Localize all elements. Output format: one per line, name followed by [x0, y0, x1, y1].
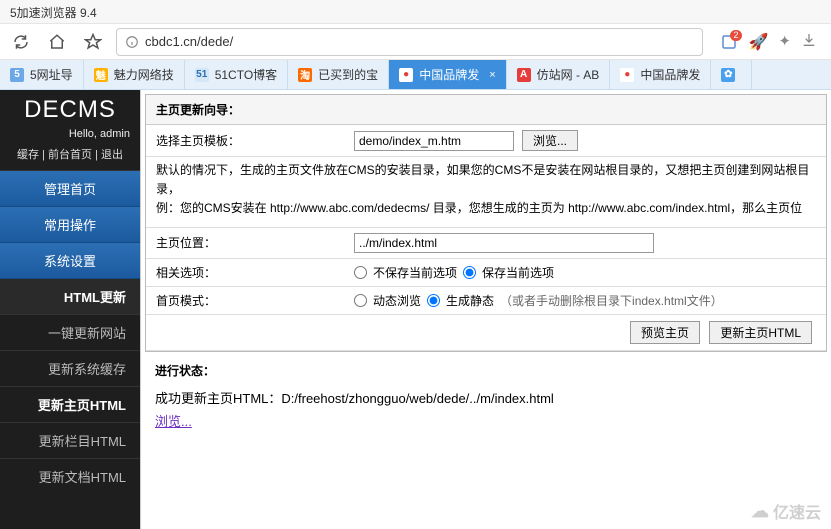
actions-row: 预览主页 更新主页HTML: [146, 315, 826, 351]
window-titlebar: 5加速浏览器 9.4: [0, 0, 831, 24]
form-panel: 主页更新向导： 选择主页模板： 浏览... 默认的情况下，生成的主页文件放在CM…: [145, 94, 827, 352]
toolbar-extras: 2 🚀 ✦: [713, 32, 824, 52]
nav-item-3[interactable]: 更新栏目HTML: [0, 422, 140, 458]
workspace: DECMS Hello, admin 缓存 | 前台首页 | 退出 管理首页常用…: [0, 90, 831, 529]
tab-label: 魅力网络技: [114, 66, 174, 83]
link-front-page[interactable]: 前台首页: [48, 149, 92, 161]
tab-3[interactable]: 淘已买到的宝: [288, 60, 389, 89]
close-icon[interactable]: ×: [489, 69, 495, 81]
tabs-row: 55网址导魅魅力网络技5151CTO博客淘已买到的宝●中国品牌发×A仿站网 - …: [0, 60, 831, 90]
tab-favicon: A: [517, 68, 531, 82]
tab-favicon: 5: [10, 68, 24, 82]
sidebar: DECMS Hello, admin 缓存 | 前台首页 | 退出 管理首页常用…: [0, 90, 140, 529]
status-title: 进行状态：: [141, 352, 831, 383]
cloud-icon: ☁: [751, 501, 769, 522]
nav-section-html-update[interactable]: HTML更新: [0, 279, 140, 314]
tab-favicon: 魅: [94, 68, 108, 82]
tab-7[interactable]: ✿: [711, 60, 752, 89]
watermark-text: 亿速云: [773, 499, 821, 523]
link-logout[interactable]: 退出: [101, 149, 123, 161]
tab-label: 中国品牌发: [640, 66, 700, 83]
row-mode: 首页模式： 动态浏览 生成静态 （或者手动删除根目录下index.html文件）: [146, 287, 826, 315]
notification-icon[interactable]: 2: [719, 32, 739, 52]
link-clear-cache[interactable]: 缓存: [17, 149, 39, 161]
tab-label: 已买到的宝: [318, 66, 378, 83]
tab-4[interactable]: ● 中国品牌发 ×: [389, 60, 506, 89]
tab-label: 5网址导: [30, 66, 73, 83]
options-label: 相关选项：: [156, 264, 346, 281]
row-position: 主页位置：: [146, 228, 826, 259]
row-template: 选择主页模板： 浏览...: [146, 125, 826, 157]
status-message: 成功更新主页HTML：D:/freehost/zhongguo/web/dede…: [155, 391, 554, 406]
nav-item-0[interactable]: 一键更新网站: [0, 314, 140, 350]
tab-favicon: 51: [195, 68, 209, 82]
nav-item-4[interactable]: 更新文档HTML: [0, 458, 140, 494]
notification-badge: 2: [730, 30, 741, 41]
browser-toolbar: 2 🚀 ✦: [0, 24, 831, 60]
sidebar-top-links: 缓存 | 前台首页 | 退出: [0, 142, 140, 171]
tab-0[interactable]: 5 5网址导: [0, 60, 84, 89]
mode-note: （或者手动删除根目录下index.html文件）: [500, 292, 723, 309]
radio-save[interactable]: [463, 266, 476, 279]
radio-static[interactable]: [427, 294, 440, 307]
template-label: 选择主页模板：: [156, 132, 346, 149]
radio-dynamic-label: 动态浏览: [373, 292, 421, 309]
position-label: 主页位置：: [156, 234, 346, 251]
help-line-1: 默认的情况下，生成的主页文件放在CMS的安装目录，如果您的CMS不是安装在网站根…: [156, 163, 809, 196]
rocket-icon[interactable]: 🚀: [749, 32, 769, 52]
favorite-button[interactable]: [80, 29, 106, 55]
download-icon[interactable]: [801, 32, 817, 52]
tab-favicon: ●: [620, 68, 634, 82]
wand-icon[interactable]: ✦: [778, 32, 791, 52]
preview-button[interactable]: 预览主页: [630, 321, 700, 344]
radio-no-save[interactable]: [354, 266, 367, 279]
panel-title: 主页更新向导：: [146, 95, 826, 125]
status-body: 成功更新主页HTML：D:/freehost/zhongguo/web/dede…: [141, 383, 831, 438]
tab-label: 51CTO博客: [215, 66, 277, 83]
update-button[interactable]: 更新主页HTML: [709, 321, 812, 344]
main-panel: 主页更新向导： 选择主页模板： 浏览... 默认的情况下，生成的主页文件放在CM…: [140, 90, 831, 529]
greeting-text: Hello, admin: [0, 126, 140, 142]
status-preview-link[interactable]: 浏览...: [155, 414, 192, 429]
help-line-2: 例：您的CMS安装在 http://www.abc.com/dedecms/ 目…: [156, 201, 802, 215]
url-input[interactable]: [145, 34, 694, 49]
refresh-button[interactable]: [8, 29, 34, 55]
radio-dynamic[interactable]: [354, 294, 367, 307]
radio-no-save-label: 不保存当前选项: [373, 264, 457, 281]
template-input[interactable]: [354, 131, 514, 151]
radio-save-label: 保存当前选项: [482, 264, 554, 281]
nav-item-2[interactable]: 更新主页HTML: [0, 386, 140, 422]
nav-group-0[interactable]: 管理首页: [0, 171, 140, 207]
home-button[interactable]: [44, 29, 70, 55]
address-bar[interactable]: [116, 28, 703, 56]
tab-5[interactable]: A 仿站网 - AB: [507, 60, 611, 89]
watermark: ☁ 亿速云: [751, 499, 821, 523]
nav-group-2[interactable]: 系统设置: [0, 243, 140, 279]
tab-favicon: ●: [399, 68, 413, 82]
tab-favicon: 淘: [298, 68, 312, 82]
tab-favicon: ✿: [721, 68, 735, 82]
row-options: 相关选项： 不保存当前选项 保存当前选项: [146, 259, 826, 287]
tab-2[interactable]: 51 51CTO博客: [185, 60, 288, 89]
nav-item-1[interactable]: 更新系统缓存: [0, 350, 140, 386]
app-logo: DECMS: [0, 90, 140, 126]
nav-group-1[interactable]: 常用操作: [0, 207, 140, 243]
help-text: 默认的情况下，生成的主页文件放在CMS的安装目录，如果您的CMS不是安装在网站根…: [146, 157, 826, 228]
position-input[interactable]: [354, 233, 654, 253]
window-title: 5加速浏览器 9.4: [10, 6, 97, 20]
mode-label: 首页模式：: [156, 292, 346, 309]
tab-label: 仿站网 - AB: [537, 66, 600, 83]
tab-1[interactable]: 魅魅力网络技: [84, 60, 185, 89]
tab-label: 中国品牌发: [419, 66, 479, 83]
browse-button[interactable]: 浏览...: [522, 130, 578, 151]
radio-static-label: 生成静态: [446, 292, 494, 309]
tab-6[interactable]: ● 中国品牌发: [610, 60, 711, 89]
info-icon: [125, 35, 139, 49]
